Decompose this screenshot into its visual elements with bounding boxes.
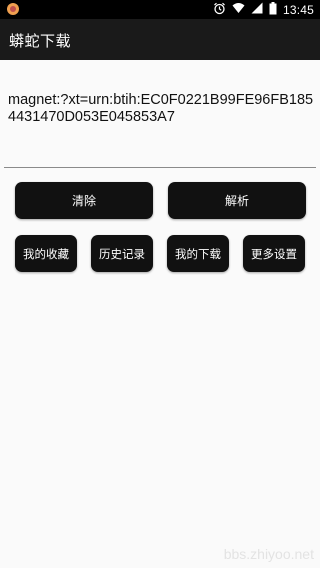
app-bar: 蟒蛇下载	[0, 19, 320, 60]
wifi-icon	[232, 2, 245, 17]
status-bar: 13:45	[0, 0, 320, 19]
watermark: bbs.zhiyoo.net	[223, 546, 314, 562]
magnet-link-input[interactable]: magnet:?xt=urn:btih:EC0F0221B99FE96FB185…	[8, 92, 314, 126]
app-notification-icon	[6, 2, 20, 19]
signal-icon	[251, 2, 263, 17]
app-title: 蟒蛇下载	[9, 32, 72, 50]
clear-button[interactable]: 清除	[15, 182, 153, 219]
parse-button[interactable]: 解析	[168, 182, 306, 219]
status-icons: 13:45	[213, 0, 314, 19]
favorites-button[interactable]: 我的收藏	[15, 235, 77, 272]
input-underline	[4, 167, 316, 168]
battery-icon	[269, 1, 277, 18]
status-time: 13:45	[282, 2, 314, 17]
more-settings-button[interactable]: 更多设置	[243, 235, 305, 272]
alarm-icon	[213, 2, 226, 18]
history-button[interactable]: 历史记录	[91, 235, 153, 272]
downloads-button[interactable]: 我的下载	[167, 235, 229, 272]
